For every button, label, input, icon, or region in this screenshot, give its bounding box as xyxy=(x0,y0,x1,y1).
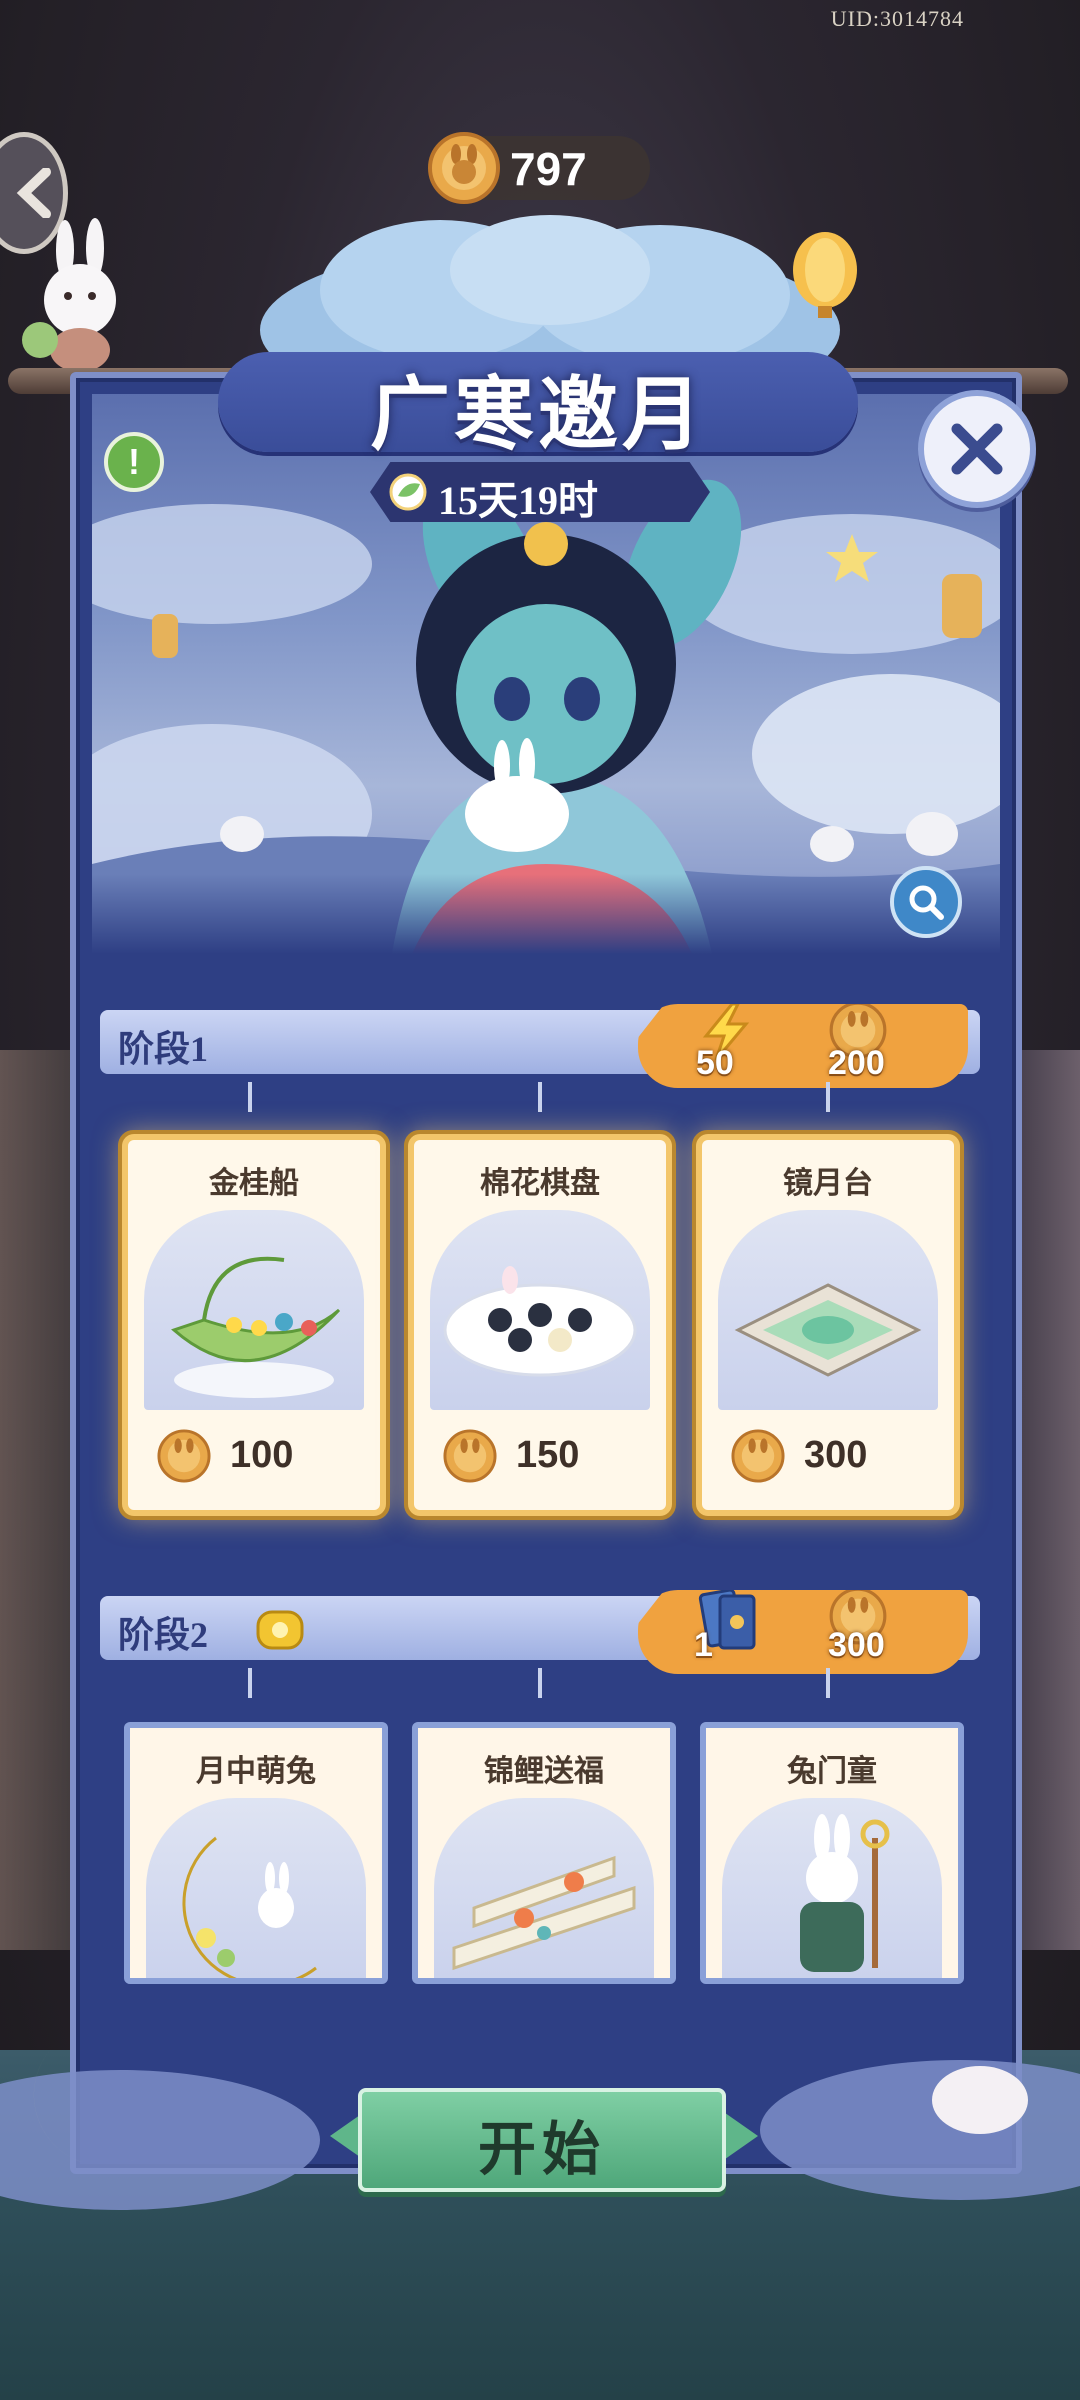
card-pin xyxy=(826,1668,830,1698)
cotton-board-image xyxy=(443,1266,637,1377)
stage-2-cost: 1 300 xyxy=(638,1590,968,1674)
item-price-value: 100 xyxy=(230,1434,294,1476)
item-name: 月中萌兔 xyxy=(196,1755,316,1788)
currency-display: 797 xyxy=(428,132,650,204)
moon-mirror-platform-image xyxy=(734,1283,922,1377)
item-card-moon-bunny[interactable]: 月中萌兔 xyxy=(124,1722,388,1984)
start-button[interactable]: 开始 xyxy=(358,2088,726,2192)
card-pin xyxy=(248,1082,252,1112)
stage-2-coin-cost: 300 xyxy=(828,1626,885,1664)
item-name: 金桂船 xyxy=(209,1167,299,1200)
item-card-moon-mirror-platform[interactable]: 镜月台 300 xyxy=(702,1140,954,1510)
item-price: 150 xyxy=(414,1428,666,1484)
event-timer: 15天19时 xyxy=(370,462,710,522)
mooncake-coin-icon xyxy=(157,1429,211,1483)
mooncake-coin-icon xyxy=(731,1429,785,1483)
stage-2-ticket-cost: 1 xyxy=(694,1626,713,1664)
item-art xyxy=(146,1798,366,1978)
zoom-button[interactable] xyxy=(890,866,962,938)
item-price-value: 300 xyxy=(804,1434,868,1476)
mooncake-coin-icon xyxy=(443,1429,497,1483)
card-pin xyxy=(538,1668,542,1698)
background-left-scene xyxy=(0,1050,80,1950)
lantern-decoration xyxy=(793,232,857,318)
stage-1-label: 阶段1 xyxy=(118,1029,209,1069)
event-title: 广寒邀月 xyxy=(370,372,706,460)
card-pin xyxy=(538,1082,542,1112)
stage-2-label: 阶段2 xyxy=(118,1615,209,1655)
gold-bag-icon xyxy=(256,1610,304,1650)
exclamation-icon: ! xyxy=(128,441,140,482)
koi-bridge-image xyxy=(452,1855,636,1971)
timer-text: 15天19时 xyxy=(438,478,598,523)
item-card-cotton-board[interactable]: 棉花棋盘 150 xyxy=(414,1140,666,1510)
golden-boat-image xyxy=(171,1256,341,1398)
card-pin xyxy=(248,1668,252,1698)
info-button[interactable]: ! xyxy=(104,432,164,492)
card-pin xyxy=(826,1082,830,1112)
close-icon xyxy=(951,423,1003,475)
rabbit-doorman-image xyxy=(800,1814,890,1972)
currency-amount: 797 xyxy=(510,143,587,195)
close-button[interactable] xyxy=(918,390,1036,508)
item-art xyxy=(722,1798,942,1978)
hero-fade xyxy=(92,874,1000,954)
item-art xyxy=(718,1210,938,1410)
stage-1-energy-cost: 50 xyxy=(696,1044,734,1082)
item-art xyxy=(430,1210,650,1410)
user-id: UID:3014784 xyxy=(830,6,964,31)
item-name: 锦鲤送福 xyxy=(484,1755,604,1788)
item-price-value: 150 xyxy=(516,1434,580,1476)
stage-1-cost: 50 200 xyxy=(638,1004,968,1088)
magnifier-icon xyxy=(909,885,944,920)
item-card-golden-boat[interactable]: 金桂船 100 xyxy=(128,1140,380,1510)
start-button-label: 开始 xyxy=(477,2117,606,2182)
stage-1-coin-cost: 200 xyxy=(828,1044,885,1082)
crescent-moon-bunny-image xyxy=(182,1836,317,1978)
bunny-decoration xyxy=(22,218,116,372)
item-name: 镜月台 xyxy=(783,1167,873,1200)
item-name: 棉花棋盘 xyxy=(480,1167,600,1200)
leaf-clock-icon xyxy=(389,473,427,511)
mooncake-coin-icon xyxy=(428,132,500,204)
item-card-rabbit-doorman[interactable]: 兔门童 xyxy=(700,1722,964,1984)
item-name: 兔门童 xyxy=(787,1755,877,1788)
item-price: 300 xyxy=(702,1428,954,1484)
item-art xyxy=(144,1210,364,1410)
item-card-koi-blessing[interactable]: 锦鲤送福 xyxy=(412,1722,676,1984)
item-price: 100 xyxy=(128,1428,380,1484)
item-art xyxy=(434,1798,654,1978)
